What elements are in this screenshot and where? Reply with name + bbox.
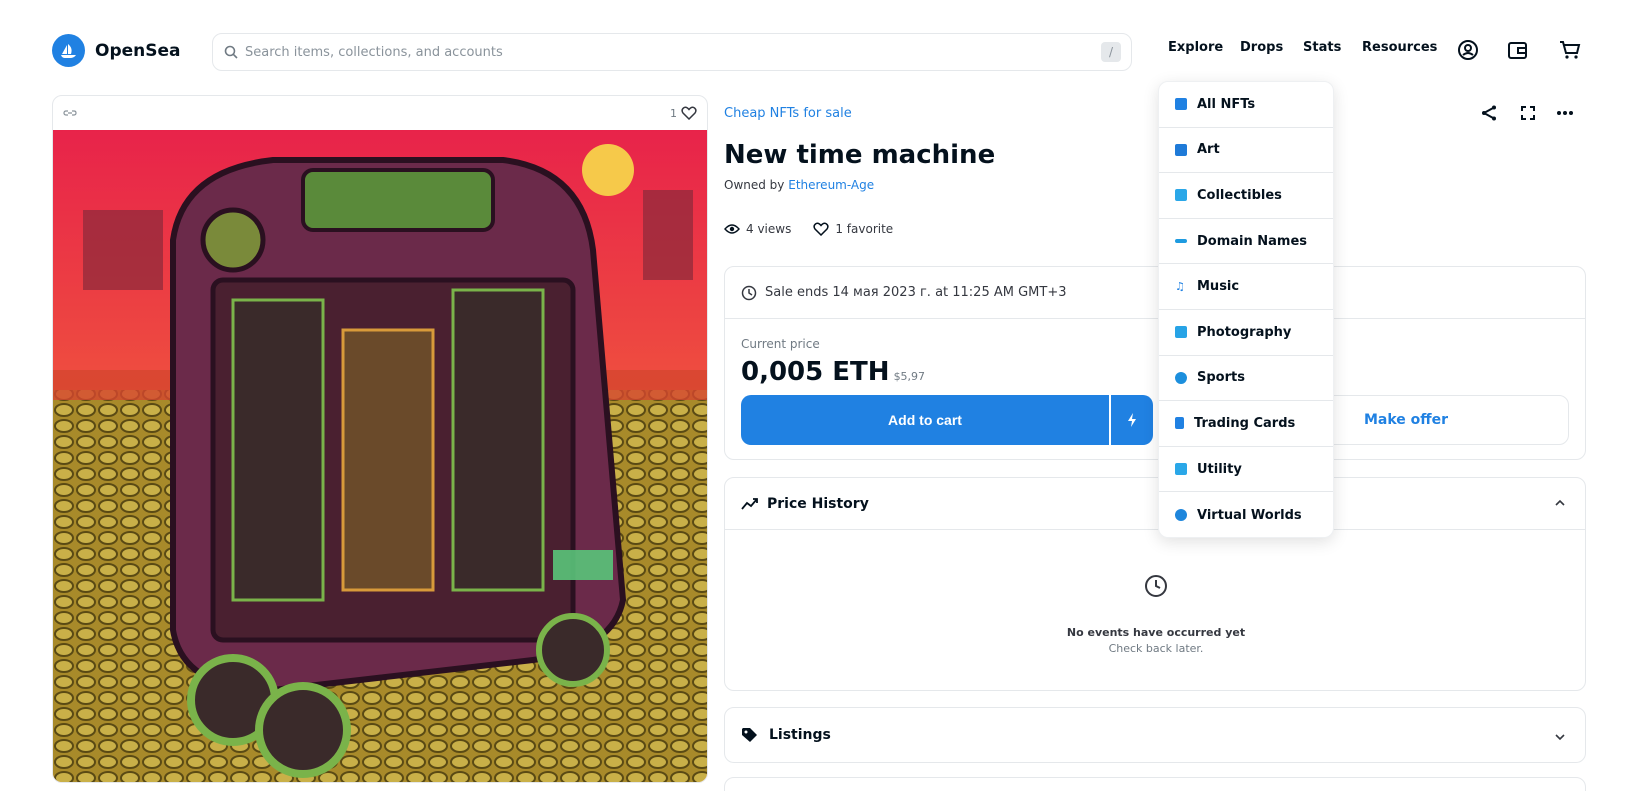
trend-icon	[741, 497, 758, 510]
sale-card: Sale ends 14 мая 2023 г. at 11:25 AM GMT…	[724, 266, 1586, 460]
current-price-label: Current price	[741, 337, 820, 351]
globe-icon	[1175, 509, 1187, 522]
menu-item-music[interactable]: ♫ Music	[1159, 264, 1333, 310]
offers-panel-partial	[724, 777, 1586, 791]
music-icon: ♫	[1175, 279, 1185, 293]
share-icon[interactable]	[1480, 104, 1498, 122]
menu-item-art[interactable]: Art	[1159, 128, 1333, 174]
logo-text: OpenSea	[95, 40, 181, 61]
ball-icon	[1175, 371, 1187, 384]
price-history-header[interactable]: Price History	[725, 478, 1585, 530]
sale-ends-text: Sale ends 14 мая 2023 г. at 11:25 AM GMT…	[765, 285, 1067, 300]
grid-icon	[1175, 98, 1187, 111]
camera-icon	[1175, 326, 1187, 339]
views-count: 4 views	[746, 222, 792, 236]
chevron-down-icon[interactable]	[1553, 730, 1567, 744]
item-title: New time machine	[724, 140, 996, 170]
wallet-icon[interactable]	[1506, 38, 1530, 62]
cart-icon[interactable]	[1558, 38, 1582, 62]
nav-drops[interactable]: Drops	[1240, 40, 1283, 55]
menu-item-trading-cards[interactable]: Trading Cards	[1159, 401, 1333, 447]
price-eth: 0,005 ETH	[741, 357, 890, 387]
menu-item-utility[interactable]: Utility	[1159, 447, 1333, 493]
utility-icon	[1175, 463, 1187, 476]
favorites-stat-label: 1 favorite	[835, 222, 894, 236]
sale-end-info: Sale ends 14 мая 2023 г. at 11:25 AM GMT…	[725, 267, 1585, 319]
image-card-header: 1	[53, 96, 707, 130]
owned-by: Owned by Ethereum-Age	[724, 178, 874, 192]
collection-link[interactable]: Cheap NFTs for sale	[724, 106, 852, 121]
menu-item-sports[interactable]: Sports	[1159, 356, 1333, 402]
nav-resources[interactable]: Resources	[1362, 40, 1437, 55]
menu-item-collectibles[interactable]: Collectibles	[1159, 173, 1333, 219]
eye-icon	[724, 224, 740, 234]
owner-link[interactable]: Ethereum-Age	[788, 178, 874, 192]
menu-item-domain-names[interactable]: Domain Names	[1159, 219, 1333, 265]
menu-item-photography[interactable]: Photography	[1159, 310, 1333, 356]
clock-icon	[741, 285, 757, 300]
nft-artwork[interactable]	[53, 130, 708, 783]
favorites-count: 1	[670, 106, 677, 120]
add-to-cart-button[interactable]: Add to cart	[741, 395, 1109, 445]
top-navbar: OpenSea / Explore Drops Stats Resources	[0, 0, 1640, 92]
domain-icon	[1175, 239, 1187, 244]
tag-icon	[742, 728, 757, 742]
lightning-icon	[1128, 413, 1136, 427]
fullscreen-icon[interactable]	[1520, 105, 1536, 121]
favorite-button[interactable]: 1	[670, 106, 697, 120]
nav-stats[interactable]: Stats	[1303, 40, 1341, 55]
explore-dropdown-menu: All NFTs Art Collectibles Domain Names ♫…	[1158, 81, 1334, 538]
nft-image-card: 1	[52, 95, 708, 783]
views-stat: 4 views	[724, 222, 791, 236]
buy-now-button[interactable]	[1111, 395, 1153, 445]
owned-by-label: Owned by	[724, 178, 785, 192]
menu-item-all-nfts[interactable]: All NFTs	[1159, 82, 1333, 128]
empty-state-subtitle: Check back later.	[1108, 642, 1204, 655]
opensea-logo[interactable]: OpenSea	[52, 34, 181, 67]
card-icon	[1175, 417, 1184, 430]
empty-state-title: No events have occurred yet	[1066, 626, 1246, 639]
price-history-panel: Price History No events have occurred ye…	[724, 477, 1586, 691]
favorites-stat: 1 favorite	[813, 222, 893, 236]
item-stats: 4 views 1 favorite	[724, 222, 893, 236]
price-history-title: Price History	[767, 495, 869, 512]
collectibles-icon	[1175, 189, 1187, 202]
menu-item-virtual-worlds[interactable]: Virtual Worlds	[1159, 492, 1333, 538]
more-options-icon[interactable]	[1556, 106, 1574, 120]
heart-icon	[681, 106, 697, 120]
account-icon[interactable]	[1456, 38, 1480, 62]
price-usd: $5,97	[893, 370, 926, 383]
chevron-up-icon[interactable]	[1553, 496, 1567, 510]
listings-panel[interactable]: Listings	[724, 707, 1586, 763]
current-price: 0,005 ETH $5,97	[741, 357, 925, 387]
search-bar[interactable]: /	[212, 33, 1132, 71]
opensea-logo-icon	[52, 34, 85, 67]
listings-title: Listings	[769, 727, 831, 743]
nav-explore[interactable]: Explore	[1168, 40, 1223, 55]
link-icon[interactable]	[63, 108, 77, 118]
search-shortcut-key: /	[1101, 42, 1121, 62]
make-offer-label: Make offer	[1363, 412, 1449, 428]
empty-clock-icon	[1145, 575, 1167, 597]
search-input[interactable]	[245, 44, 1101, 60]
search-icon	[224, 45, 238, 59]
heart-outline-icon	[813, 222, 829, 236]
art-icon	[1175, 143, 1187, 156]
